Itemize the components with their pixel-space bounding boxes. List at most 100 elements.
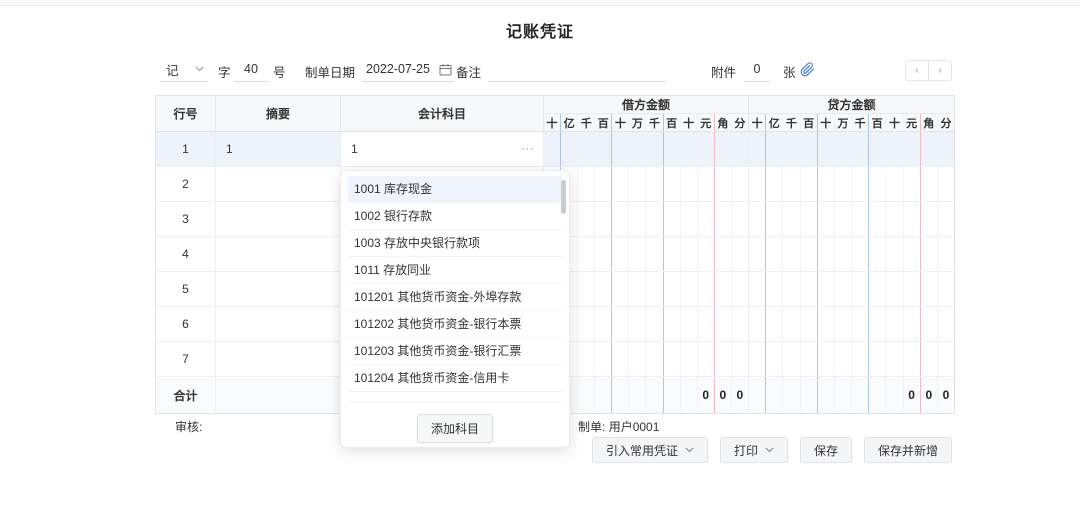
note-input[interactable]	[488, 57, 666, 82]
next-voucher-button[interactable]: ›	[929, 61, 951, 80]
credit-amount-cell[interactable]	[749, 237, 954, 271]
digit-cell	[595, 202, 612, 236]
debit-amount-cell[interactable]	[544, 307, 749, 341]
digit-cell	[646, 307, 663, 341]
import-common-voucher-button[interactable]: 引入常用凭证	[592, 437, 708, 463]
digit-cell	[818, 132, 835, 166]
digit-header-cell: 百	[664, 114, 681, 131]
digit-cell	[835, 342, 852, 376]
digit-cell	[681, 342, 698, 376]
account-option[interactable]: 101203 其他货币资金-银行汇票	[348, 338, 562, 365]
preparer-label: 制单:	[578, 420, 605, 434]
paperclip-icon[interactable]	[800, 62, 815, 77]
dropdown-scrollbar[interactable]	[561, 180, 566, 214]
total-digit-cell	[818, 377, 835, 413]
digit-header-cell: 千	[646, 114, 663, 131]
voucher-no-input[interactable]: 40	[234, 57, 268, 82]
digit-cell	[646, 342, 663, 376]
digit-cell	[749, 237, 766, 271]
digit-cell	[646, 132, 663, 166]
digit-cell	[835, 307, 852, 341]
digit-cell	[715, 132, 732, 166]
prev-voucher-button[interactable]: ‹	[906, 61, 929, 80]
account-option[interactable]: 101202 其他货币资金-银行本票	[348, 311, 562, 338]
summary-cell[interactable]	[216, 272, 341, 306]
account-option[interactable]: 1003 存放中央银行款项	[348, 230, 562, 257]
debit-amount-cell[interactable]	[544, 202, 749, 236]
account-option[interactable]: 101204 其他货币资金-信用卡	[348, 365, 562, 392]
digit-header-cell: 元	[698, 114, 715, 131]
account-option[interactable]: 1002 银行存款	[348, 203, 562, 230]
digit-header-cell: 角	[921, 114, 938, 131]
credit-amount-cell[interactable]	[749, 132, 954, 166]
calendar-icon[interactable]	[439, 63, 452, 76]
summary-cell[interactable]	[216, 237, 341, 271]
summary-cell[interactable]: 1	[216, 132, 341, 166]
account-cell[interactable]: 1⋯	[341, 132, 544, 166]
summary-cell[interactable]	[216, 167, 341, 201]
account-option[interactable]: 1001 库存现金	[348, 176, 562, 203]
digit-cell	[852, 307, 869, 341]
digit-cell	[595, 167, 612, 201]
digit-cell	[938, 272, 954, 306]
debit-amount-cell[interactable]	[544, 342, 749, 376]
summary-cell[interactable]	[216, 342, 341, 376]
total-digit-cell: 0	[715, 377, 732, 413]
digit-cell	[783, 237, 800, 271]
credit-amount-cell[interactable]	[749, 307, 954, 341]
summary-cell[interactable]	[216, 202, 341, 236]
ellipsis-icon[interactable]: ⋯	[521, 141, 535, 157]
credit-amount-cell[interactable]	[749, 167, 954, 201]
debit-amount-cell[interactable]	[544, 272, 749, 306]
digit-cell	[698, 307, 715, 341]
summary-cell[interactable]	[216, 307, 341, 341]
table-row: 111⋯	[156, 132, 954, 167]
digit-cell	[766, 132, 783, 166]
account-option[interactable]: 1011 存放同业	[348, 257, 562, 284]
digit-cell	[578, 202, 595, 236]
digit-cell	[869, 167, 886, 201]
total-digit-cell: 0	[732, 377, 748, 413]
debit-digit-headers: 十亿千百十万千百十元角分	[544, 114, 748, 131]
digit-cell	[886, 237, 903, 271]
digit-cell	[904, 132, 921, 166]
digit-cell	[732, 202, 748, 236]
account-option[interactable]: 101201 其他货币资金-外埠存款	[348, 284, 562, 311]
attachment-count-input[interactable]: 0	[744, 57, 770, 82]
digit-cell	[681, 237, 698, 271]
save-button[interactable]: 保存	[800, 437, 852, 463]
digit-cell	[612, 167, 629, 201]
total-digit-cell: 0	[921, 377, 938, 413]
digit-cell	[801, 202, 818, 236]
credit-amount-cell[interactable]	[749, 342, 954, 376]
print-button[interactable]: 打印	[720, 437, 788, 463]
digit-cell	[921, 272, 938, 306]
debit-amount-cell[interactable]	[544, 167, 749, 201]
add-subject-button[interactable]: 添加科目	[417, 414, 493, 443]
debit-amount-cell[interactable]	[544, 237, 749, 271]
digit-cell	[681, 167, 698, 201]
save-and-new-button[interactable]: 保存并新增	[864, 437, 952, 463]
digit-cell	[886, 132, 903, 166]
voucher-word-select[interactable]: 记	[160, 57, 208, 82]
digit-cell	[886, 272, 903, 306]
digit-cell	[715, 167, 732, 201]
digit-cell	[766, 237, 783, 271]
credit-amount-cell[interactable]	[749, 272, 954, 306]
debit-amount-cell[interactable]	[544, 132, 749, 166]
digit-cell	[818, 342, 835, 376]
digit-cell	[749, 307, 766, 341]
date-input[interactable]: 2022-07-25	[362, 57, 454, 82]
audit-label: 审核:	[175, 418, 202, 435]
digit-cell	[938, 307, 954, 341]
credit-amount-cell[interactable]	[749, 202, 954, 236]
digit-cell	[612, 272, 629, 306]
total-digit-cell	[681, 377, 698, 413]
digit-cell	[766, 202, 783, 236]
row-number-cell: 1	[156, 132, 216, 166]
digit-header-cell: 亿	[766, 114, 783, 131]
row-number-cell: 5	[156, 272, 216, 306]
top-edge-bar	[0, 0, 1080, 6]
digit-cell	[732, 132, 748, 166]
preparer-value: 用户0001	[609, 420, 660, 434]
